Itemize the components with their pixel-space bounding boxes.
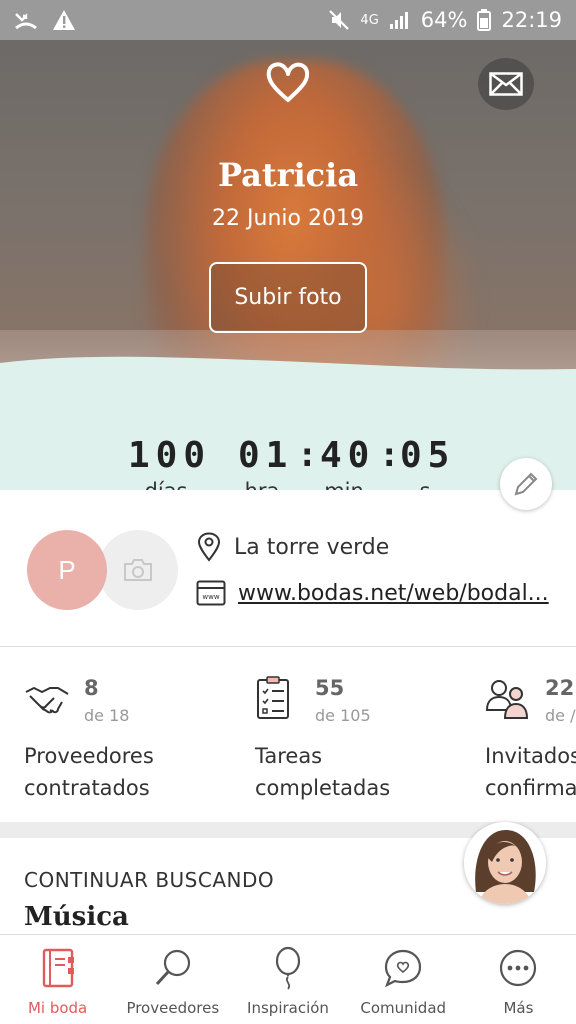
messages-button[interactable]: [478, 58, 534, 110]
guests-count: 22: [545, 676, 575, 700]
avatar[interactable]: P: [27, 530, 107, 610]
tasks-label-line2: completadas: [255, 776, 391, 800]
handshake-icon: [25, 687, 69, 714]
website-icon: www: [196, 580, 226, 606]
minutes-label: min: [316, 479, 372, 490]
location-pin-icon: [197, 532, 221, 562]
nav-label-inspiracion: Inspiración: [247, 999, 329, 1017]
seconds-label: s: [410, 479, 440, 490]
countdown-colon: :: [297, 435, 318, 475]
nav-label-comunidad: Comunidad: [360, 999, 447, 1017]
tasks-count: 55: [315, 676, 345, 700]
countdown-colon: :: [379, 435, 400, 475]
upload-photo-button[interactable]: Subir foto: [209, 262, 367, 333]
countdown-minutes: 40: [320, 435, 376, 476]
tasks-label: Tareas completadas: [255, 740, 390, 804]
countdown-days: 100: [128, 435, 212, 476]
nav-inspiracion[interactable]: Inspiración: [230, 935, 345, 1024]
svg-text:www: www: [202, 593, 219, 601]
vendors-label-line2: contratados: [24, 776, 150, 800]
checklist-icon: [257, 676, 289, 719]
location-text: La torre verde: [234, 534, 390, 560]
wedding-date: 22 Junio 2019: [212, 206, 364, 231]
battery-percent: 64%: [420, 8, 468, 32]
guests-icon: [485, 680, 529, 719]
website-row[interactable]: www www.bodas.net/web/bodal...: [196, 580, 549, 606]
nav-label-mas: Más: [503, 999, 534, 1017]
vendors-label: Proveedores contratados: [24, 740, 154, 804]
mute-icon: [329, 10, 350, 30]
couple-name: Patricia: [217, 156, 359, 194]
battery-icon: [477, 9, 492, 31]
support-chat-button[interactable]: [464, 822, 546, 904]
nav-comunidad[interactable]: Comunidad: [346, 935, 461, 1024]
website-link[interactable]: www.bodas.net/web/bodal...: [238, 581, 549, 606]
envelope-icon: [489, 72, 523, 96]
network-type: 4G: [360, 12, 379, 28]
tasks-label-line1: Tareas: [255, 744, 323, 768]
guests-total: de /: [545, 706, 576, 725]
warning-icon: [53, 10, 75, 30]
hero-banner: Patricia 22 Junio 2019 Subir foto 100 01…: [0, 40, 576, 490]
tasks-total: de 105: [315, 706, 371, 725]
guests-label-line1: Invitados: [485, 744, 576, 768]
signal-icon: [389, 12, 408, 29]
countdown: 100 01 : 40 : 05 días hra min s: [0, 435, 576, 490]
vendors-count: 8: [84, 676, 99, 700]
nav-label-proveedores: Proveedores: [126, 999, 220, 1017]
days-label: días: [130, 479, 202, 490]
nav-mas[interactable]: Más: [461, 935, 576, 1024]
edit-button[interactable]: [500, 458, 552, 510]
clock: 22:19: [501, 8, 562, 32]
vendors-label-line1: Proveedores: [24, 744, 154, 768]
missed-call-icon: [15, 13, 37, 30]
balloon-icon: [275, 946, 301, 990]
location-row[interactable]: La torre verde: [196, 532, 389, 562]
continue-searching-category[interactable]: Música: [24, 902, 129, 932]
guests-label-line2: confirma: [485, 776, 576, 800]
nav-proveedores[interactable]: Proveedores: [115, 935, 230, 1024]
hours-label: hra: [234, 479, 290, 490]
more-icon: [500, 949, 537, 987]
nav-label-mi-boda: Mi boda: [27, 999, 88, 1017]
guests-label: Invitados confirma: [485, 740, 576, 804]
nav-mi-boda[interactable]: Mi boda: [0, 935, 115, 1024]
heart-logo-icon: [266, 62, 310, 102]
vendors-total: de 18: [84, 706, 130, 725]
bottom-navigation: Mi boda Proveedores Inspiración Comunida…: [0, 934, 576, 1024]
notebook-icon: [42, 948, 74, 988]
chat-heart-icon: [385, 949, 422, 988]
divider: [0, 646, 576, 647]
countdown-hours: 01: [238, 435, 294, 476]
continue-searching-title: CONTINUAR BUSCANDO: [24, 868, 275, 892]
add-partner-photo-button[interactable]: [98, 530, 178, 610]
countdown-seconds: 05: [400, 435, 456, 476]
pencil-icon: [514, 472, 538, 496]
camera-icon: [124, 559, 152, 581]
status-bar: 4G 64% 22:19: [0, 0, 576, 40]
search-icon: [155, 949, 190, 986]
support-agent-avatar-icon: [464, 822, 546, 904]
